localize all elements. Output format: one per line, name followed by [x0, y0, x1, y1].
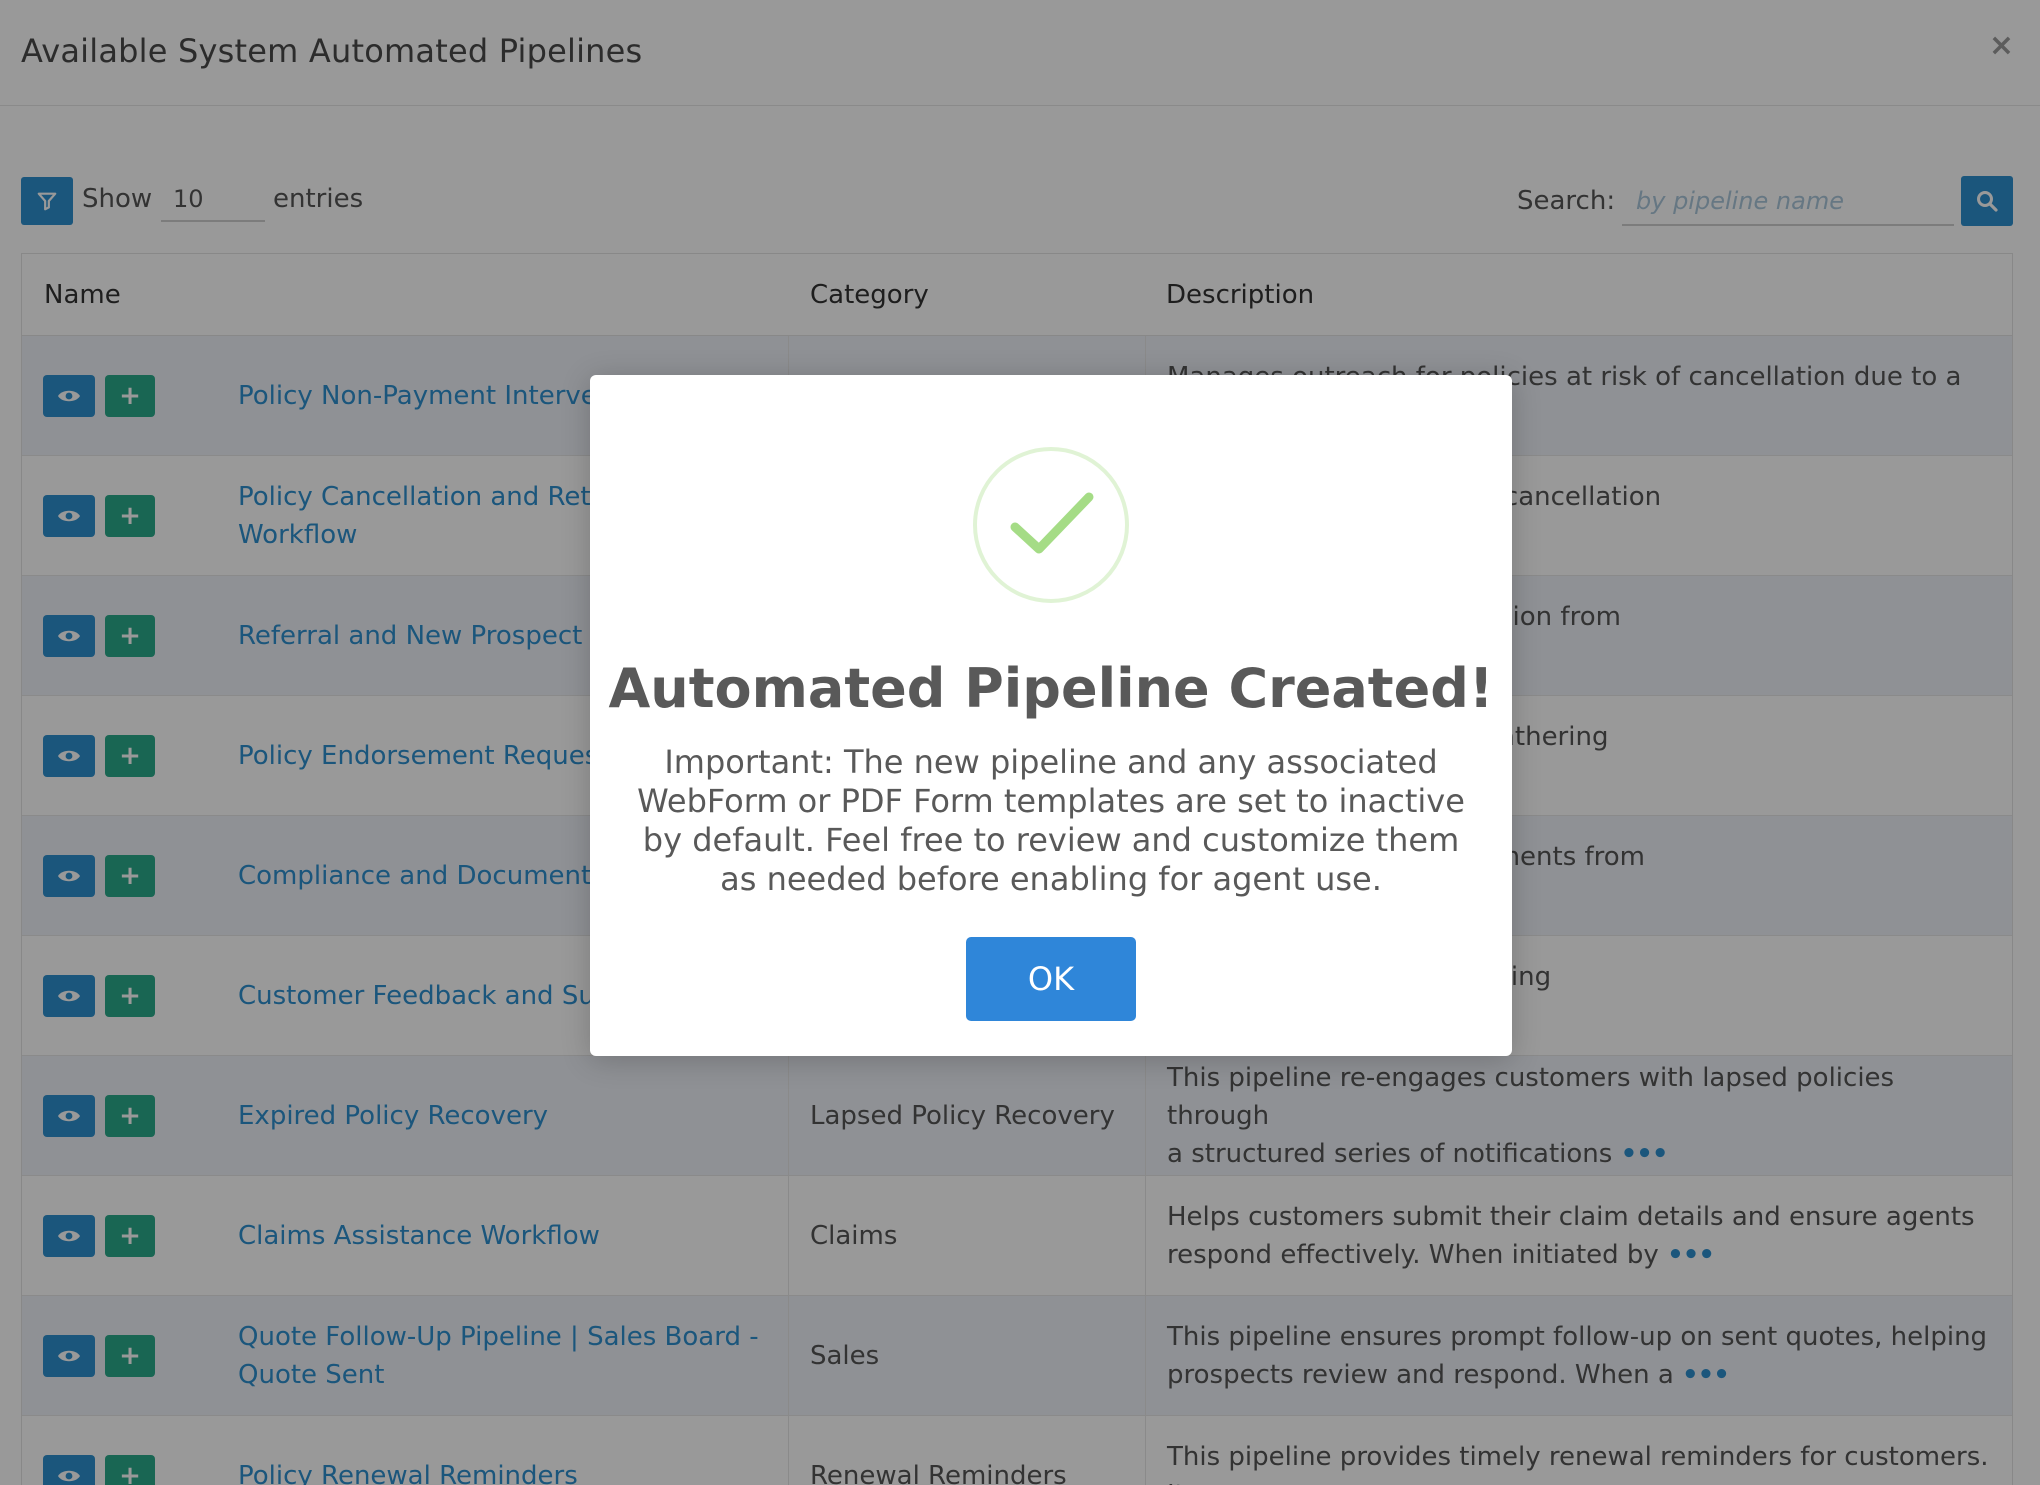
success-dialog: Automated Pipeline Created! Important: T…	[590, 375, 1512, 1056]
ok-button[interactable]: OK	[966, 937, 1136, 1021]
dialog-message: Important: The new pipeline and any asso…	[637, 743, 1465, 898]
success-check-icon	[973, 447, 1129, 603]
dialog-title: Automated Pipeline Created!	[608, 657, 1494, 720]
